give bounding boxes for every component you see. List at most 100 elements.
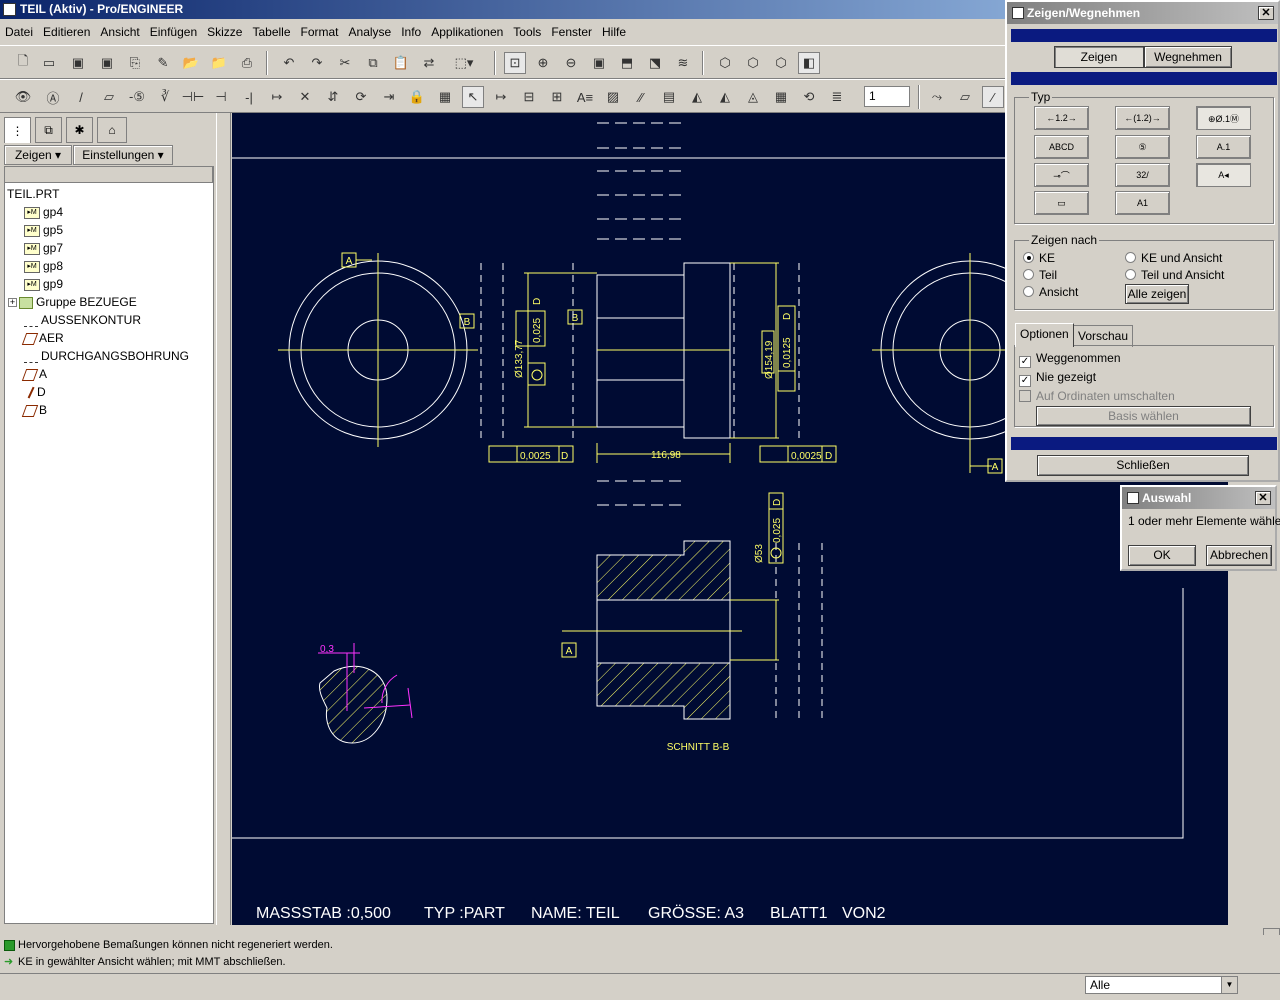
tree-item-aer[interactable]: AER — [21, 329, 64, 347]
selection-filter[interactable]: Alle ▼ — [1085, 976, 1238, 994]
radio-ansicht[interactable]: Ansicht — [1023, 285, 1078, 299]
datum-plane-icon[interactable]: ▱ — [98, 86, 120, 108]
align-icon[interactable]: ⊟ — [518, 86, 540, 108]
layers-icon[interactable]: ≋ — [672, 52, 694, 74]
save-copy-icon[interactable]: ▣ — [96, 52, 118, 74]
show-erase-icon[interactable]: 👁 — [12, 86, 34, 108]
folder-browser-tab-icon[interactable]: ⧉ — [35, 117, 62, 143]
expand-icon[interactable]: + — [8, 298, 17, 308]
type-axis-button[interactable]: A.1 — [1196, 135, 1251, 159]
tree-item-b[interactable]: B — [21, 401, 47, 419]
repeat-icon[interactable]: ⟲ — [798, 86, 820, 108]
datum-axis-icon[interactable]: / — [70, 86, 92, 108]
check-erased[interactable]: ✓ Weggenommen — [1019, 351, 1121, 368]
chevron-down-icon[interactable]: ▼ — [1221, 977, 1237, 993]
ordinate-icon[interactable]: -| — [238, 86, 260, 108]
table-format-icon[interactable]: ≣ — [826, 86, 848, 108]
menu-format[interactable]: Format — [296, 22, 344, 43]
paste-icon[interactable]: 📋 — [390, 52, 412, 74]
menu-ansicht[interactable]: Ansicht — [95, 22, 144, 43]
menu-info[interactable]: Info — [396, 22, 426, 43]
check-never-shown[interactable]: ✓ Nie gezeigt — [1019, 370, 1096, 387]
menu-editieren[interactable]: Editieren — [38, 22, 95, 43]
tree-item-durchgangsbohrung[interactable]: DURCHGANGSBOHRUNG — [24, 347, 189, 365]
folder-check-icon[interactable]: 📁 — [208, 52, 230, 74]
tree-item-gruppe-bezuege[interactable]: + Gruppe BEZUEGE — [8, 293, 137, 311]
dialog-titlebar[interactable]: Zeigen/Wegnehmen ✕ — [1007, 2, 1278, 24]
detail-dim[interactable]: 0,3 — [320, 644, 334, 655]
sheet-spinner[interactable]: 1 — [864, 86, 910, 107]
copy-icon[interactable]: ⧉ — [362, 52, 384, 74]
select-icon[interactable]: ↖ — [462, 86, 484, 108]
zoom-out-icon[interactable]: ⊖ — [560, 52, 582, 74]
connections-tab-icon[interactable]: ⌂ — [97, 117, 127, 143]
type-datum-target-button[interactable]: ⊸⌒ — [1034, 163, 1089, 187]
panel-splitter[interactable] — [216, 113, 231, 925]
selection-box-icon[interactable]: ⬚▾ — [446, 52, 482, 74]
type-ref-dimension-button[interactable]: ←(1.2)→ — [1115, 106, 1170, 130]
menu-tabelle[interactable]: Tabelle — [247, 22, 295, 43]
view-edit-icon[interactable]: ◬ — [742, 86, 764, 108]
no-hidden-icon[interactable]: ⬡ — [770, 52, 792, 74]
radio-ke[interactable]: KE — [1023, 251, 1055, 265]
show-button[interactable]: Zeigen — [1054, 46, 1144, 68]
menu-hilfe[interactable]: Hilfe — [597, 22, 631, 43]
model-tree-tab-icon[interactable]: ⋮ — [4, 117, 31, 143]
menu-einfuegen[interactable]: Einfügen — [145, 22, 202, 43]
zoom-in-icon[interactable]: ⊕ — [532, 52, 554, 74]
menu-skizze[interactable]: Skizze — [202, 22, 247, 43]
hidden-line-icon[interactable]: ⬡ — [742, 52, 764, 74]
cancel-button[interactable]: Abbrechen — [1206, 545, 1272, 566]
dim-length[interactable]: 116,98 — [651, 450, 681, 461]
tree-item-gp5[interactable]: ▸M gp5 — [24, 221, 63, 239]
dim-diameter-1[interactable]: Ø133,77 — [514, 339, 525, 378]
wireframe-icon[interactable]: ⬡ — [714, 52, 736, 74]
select-base-button[interactable]: Basis wählen — [1036, 406, 1251, 426]
menu-datei[interactable]: Datei — [0, 22, 38, 43]
show-all-button[interactable]: Alle zeigen — [1125, 284, 1189, 304]
menu-applikationen[interactable]: Applikationen — [426, 22, 508, 43]
relation-icon[interactable]: ⤳ — [926, 86, 948, 108]
type-ref-datum-button[interactable]: A1 — [1115, 191, 1170, 215]
radio-teil[interactable]: Teil — [1023, 268, 1057, 282]
balloon-icon[interactable]: -⑤ — [126, 86, 148, 108]
radio-teil-ansicht[interactable]: Teil und Ansicht — [1125, 268, 1224, 282]
dim-diameter-2[interactable]: Ø154,19 — [764, 340, 775, 379]
grid-icon[interactable]: ▦ — [770, 86, 792, 108]
print-icon[interactable]: ⎙ — [236, 52, 258, 74]
tree-item-gp7[interactable]: ▸M gp7 — [24, 239, 63, 257]
cut-icon[interactable]: ✂ — [334, 52, 356, 74]
regenerate-icon[interactable]: ⇄ — [418, 52, 440, 74]
tab-options[interactable]: Optionen — [1015, 323, 1074, 347]
menu-analyse[interactable]: Analyse — [344, 22, 397, 43]
erase-button[interactable]: Wegnehmen — [1144, 46, 1232, 68]
drawing-canvas[interactable]: A B B A A Ø133,77 0,025 D Ø154,19 0,0125… — [232, 113, 1184, 925]
view-manager-icon[interactable]: ⬒ — [616, 52, 638, 74]
tree-root[interactable]: TEIL.PRT — [7, 185, 59, 203]
regen-icon[interactable]: ⟳ — [350, 86, 372, 108]
ok-button[interactable]: OK — [1128, 545, 1196, 566]
tol-frame-1[interactable]: 0,025 — [532, 318, 543, 343]
text-style-icon[interactable]: A≡ — [574, 86, 596, 108]
type-cosmetic-button[interactable]: ▭ — [1034, 191, 1089, 215]
tab-preview[interactable]: Vorschau — [1073, 325, 1134, 347]
tree-item-gp8[interactable]: ▸M gp8 — [24, 257, 63, 275]
type-note-button[interactable]: ABCD — [1034, 135, 1089, 159]
tol-frame-5[interactable]: 0,025 — [772, 518, 783, 543]
menu-fenster[interactable]: Fenster — [546, 22, 597, 43]
lock-icon[interactable]: 🔒 — [406, 86, 428, 108]
menu-tools[interactable]: Tools — [508, 22, 546, 43]
format-icon[interactable]: ▤ — [658, 86, 680, 108]
check-ordinate[interactable]: Auf Ordinaten umschalten — [1019, 389, 1175, 403]
new-file-icon[interactable]: 🗋 — [12, 52, 34, 74]
flip-icon[interactable]: ⇵ — [322, 86, 344, 108]
surface-finish-icon[interactable]: ∛ — [154, 86, 176, 108]
type-datum-plane-button[interactable]: A◂ — [1196, 163, 1251, 187]
close-icon[interactable]: ✕ — [1258, 6, 1274, 20]
tree-item-gp4[interactable]: ▸M gp4 — [24, 203, 63, 221]
view-icon[interactable]: ◭ — [686, 86, 708, 108]
refit-icon[interactable]: ⊡ — [504, 52, 526, 74]
tol-frame-3[interactable]: 0,0025 — [520, 451, 551, 462]
dimension-icon[interactable]: ⊣⊢ — [182, 86, 205, 108]
tol-frame-4[interactable]: 0,0025 — [791, 451, 822, 462]
